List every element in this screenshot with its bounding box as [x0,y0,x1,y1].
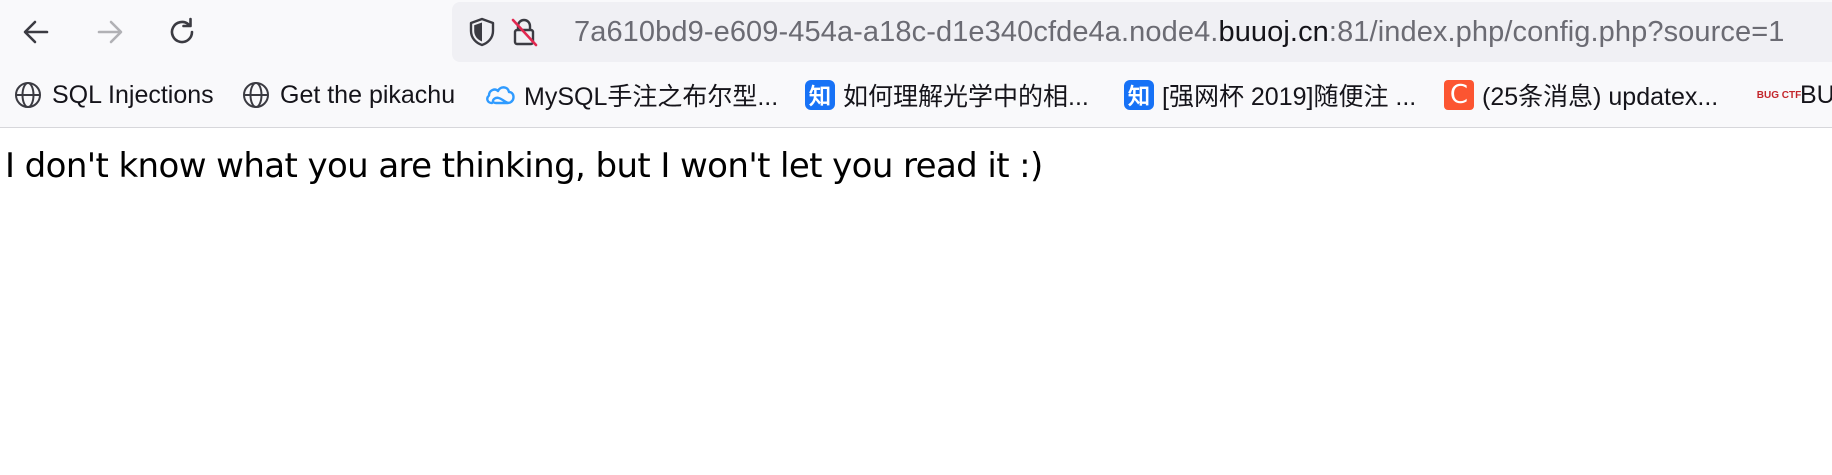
reload-icon [170,17,194,44]
bookmark-label: (25条消息) updatex... [1482,83,1719,111]
arrow-right-icon [97,20,123,44]
bookmark-mysql-boolean[interactable]: MySQL手注之布尔型... [484,77,778,113]
url-bar[interactable]: 7a610bd9-e609-454a-a18c-d1e340cfde4a.nod… [452,2,1832,62]
globe-icon [12,79,44,111]
bookmark-label: MySQL手注之布尔型... [524,83,779,111]
url-suffix: :81/index.php/config.php?source=1 [1328,16,1785,48]
bugku-icon: BUG CTF [1756,89,1802,101]
browser-toolbar: 7a610bd9-e609-454a-a18c-d1e340cfde4a.nod… [0,0,1832,64]
bookmark-sql-injections[interactable]: SQL Injections [12,77,214,113]
bookmark-zhihu-qwb[interactable]: 知 [强网杯 2019]随便注 ... [1124,77,1416,113]
page-content: I don't know what you are thinking, but … [0,128,1832,475]
url-domain: buuoj.cn [1218,16,1329,48]
forward-button[interactable] [90,12,130,52]
bookmark-label: BU [1800,80,1832,109]
zhihu-icon: 知 [1124,80,1154,110]
cloud-icon [484,79,516,111]
zhihu-icon: 知 [805,80,835,110]
back-button[interactable] [16,12,56,52]
bookmark-bugku[interactable]: BUG CTF BU [1756,77,1832,113]
bookmark-label: 如何理解光学中的相... [843,83,1089,111]
bookmark-zhihu-optics[interactable]: 知 如何理解光学中的相... [805,77,1089,113]
arrow-left-icon [23,20,49,44]
csdn-icon: C [1444,80,1474,110]
globe-icon [240,79,272,111]
tracking-protection-shield-icon[interactable] [466,16,498,48]
bookmark-label: [强网杯 2019]随便注 ... [1162,83,1417,111]
bookmarks-toolbar: SQL Injections Get the pikachu MySQL手注之布… [0,64,1832,128]
reload-button[interactable] [162,12,202,52]
insecure-lock-icon[interactable] [508,16,540,48]
page-message: I don't know what you are thinking, but … [5,146,1043,186]
bookmark-label: Get the pikachu [280,80,456,109]
url-text[interactable]: 7a610bd9-e609-454a-a18c-d1e340cfde4a.nod… [574,2,1784,62]
bookmark-get-the-pikachu[interactable]: Get the pikachu [240,77,455,113]
bookmark-csdn-updatexml[interactable]: C (25条消息) updatex... [1444,77,1718,113]
bookmark-label: SQL Injections [52,80,214,109]
url-prefix: 7a610bd9-e609-454a-a18c-d1e340cfde4a.nod… [574,16,1219,48]
